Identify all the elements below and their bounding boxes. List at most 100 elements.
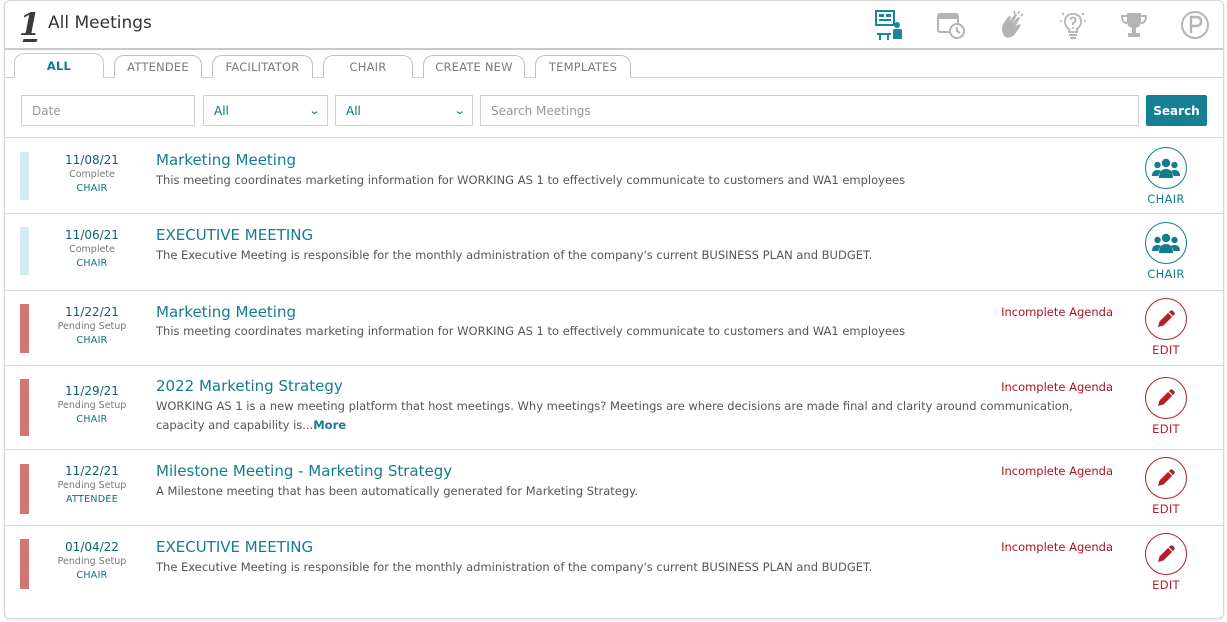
tab-create-new[interactable]: CREATE NEW bbox=[423, 55, 525, 78]
meeting-title[interactable]: Marketing Meeting bbox=[156, 151, 296, 170]
chevron-down-icon: ⌄ bbox=[308, 104, 321, 117]
meeting-date: 11/08/21 bbox=[65, 153, 119, 167]
role-select-value: All bbox=[346, 103, 361, 118]
meeting-description: WORKING AS 1 is a new meeting platform t… bbox=[156, 397, 1106, 435]
meeting-list: 11/08/21 Complete CHAIR Marketing Meetin… bbox=[5, 138, 1223, 602]
meeting-meta: 11/29/21 Pending Setup CHAIR bbox=[45, 383, 139, 427]
meeting-meta: 11/22/21 Pending Setup ATTENDEE bbox=[45, 463, 139, 507]
chevron-down-icon: ⌄ bbox=[453, 104, 466, 117]
app-frame: 1 All Meetings ALL ATTENDEE FACILITATOR … bbox=[4, 0, 1224, 619]
trophy-icon[interactable] bbox=[1116, 7, 1152, 43]
action-label: EDIT bbox=[1152, 422, 1180, 436]
meeting-status: Pending Setup bbox=[57, 480, 127, 491]
meeting-status: Complete bbox=[69, 244, 115, 255]
app-logo[interactable]: 1 bbox=[19, 8, 41, 42]
edit-action-button[interactable]: EDIT bbox=[1144, 377, 1188, 436]
more-link[interactable]: More bbox=[313, 418, 346, 432]
meeting-status: Complete bbox=[69, 169, 115, 180]
tab-templates[interactable]: TEMPLATES bbox=[535, 55, 631, 78]
meeting-role: CHAIR bbox=[76, 414, 108, 425]
edit-action-button[interactable]: EDIT bbox=[1144, 533, 1188, 592]
meeting-row[interactable]: 11/29/21 Pending Setup CHAIR 2022 Market… bbox=[5, 366, 1223, 450]
tab-bar: ALL ATTENDEE FACILITATOR CHAIR CREATE NE… bbox=[14, 53, 641, 78]
meeting-row[interactable]: 01/04/22 Pending Setup CHAIR EXECUTIVE M… bbox=[5, 526, 1223, 602]
meeting-description-text: WORKING AS 1 is a new meeting platform t… bbox=[156, 399, 1073, 432]
action-label: EDIT bbox=[1152, 578, 1180, 592]
status-bar bbox=[20, 152, 29, 200]
edit-action-button[interactable]: EDIT bbox=[1144, 457, 1188, 516]
meeting-role: CHAIR bbox=[76, 335, 108, 346]
search-button[interactable]: Search bbox=[1146, 95, 1207, 126]
pencil-icon bbox=[1145, 533, 1187, 575]
meeting-role: CHAIR bbox=[76, 258, 108, 269]
incomplete-agenda-warning: Incomplete Agenda bbox=[1001, 380, 1113, 394]
meeting-title[interactable]: Milestone Meeting - Marketing Strategy bbox=[156, 462, 452, 481]
pencil-icon bbox=[1145, 377, 1187, 419]
status-bar bbox=[20, 304, 29, 353]
meeting-description: A Milestone meeting that has been automa… bbox=[156, 484, 638, 498]
tab-facilitator[interactable]: FACILITATOR bbox=[212, 55, 313, 78]
status-bar bbox=[20, 379, 29, 436]
meeting-title[interactable]: Marketing Meeting bbox=[156, 303, 296, 322]
meeting-role: CHAIR bbox=[76, 183, 108, 194]
meeting-role: ATTENDEE bbox=[65, 494, 119, 505]
meeting-row[interactable]: 11/22/21 Pending Setup ATTENDEE Mileston… bbox=[5, 450, 1223, 526]
calendar-clock-icon[interactable] bbox=[933, 7, 969, 43]
meeting-row[interactable]: 11/22/21 Pending Setup CHAIR Marketing M… bbox=[5, 291, 1223, 366]
chair-action-button[interactable]: CHAIR bbox=[1144, 147, 1188, 206]
meeting-role: CHAIR bbox=[76, 570, 108, 581]
action-label: EDIT bbox=[1152, 502, 1180, 516]
meeting-date: 01/04/22 bbox=[65, 540, 119, 554]
meeting-meta: 01/04/22 Pending Setup CHAIR bbox=[45, 539, 139, 583]
page-title: All Meetings bbox=[48, 13, 152, 33]
group-icon bbox=[1145, 222, 1187, 264]
clapping-hands-icon[interactable] bbox=[994, 7, 1030, 43]
filter-bar: Date All ⌄ All ⌄ Search Meetings Search bbox=[5, 95, 1223, 126]
meeting-description: This meeting coordinates marketing infor… bbox=[156, 173, 906, 187]
header-toolbar bbox=[847, 7, 1213, 43]
tab-all[interactable]: ALL bbox=[14, 53, 104, 78]
tab-chair[interactable]: CHAIR bbox=[323, 55, 413, 78]
tab-attendee[interactable]: ATTENDEE bbox=[114, 55, 202, 78]
meeting-status: Pending Setup bbox=[57, 321, 127, 332]
meeting-row[interactable]: 11/06/21 Complete CHAIR EXECUTIVE MEETIN… bbox=[5, 214, 1223, 291]
status-bar bbox=[20, 227, 29, 275]
presentation-icon[interactable] bbox=[872, 7, 908, 43]
meeting-meta: 11/22/21 Pending Setup CHAIR bbox=[45, 304, 139, 348]
pencil-icon bbox=[1145, 298, 1187, 340]
meeting-title[interactable]: 2022 Marketing Strategy bbox=[156, 377, 343, 396]
header: 1 All Meetings bbox=[5, 1, 1223, 50]
role-select[interactable]: All ⌄ bbox=[335, 95, 473, 126]
meeting-date: 11/22/21 bbox=[65, 305, 119, 319]
meeting-description: The Executive Meeting is responsible for… bbox=[156, 248, 873, 262]
meeting-row[interactable]: 11/08/21 Complete CHAIR Marketing Meetin… bbox=[5, 138, 1223, 214]
meeting-meta: 11/08/21 Complete CHAIR bbox=[45, 152, 139, 196]
status-select[interactable]: All ⌄ bbox=[203, 95, 328, 126]
meeting-date: 11/06/21 bbox=[65, 228, 119, 242]
action-label: CHAIR bbox=[1147, 192, 1185, 206]
parking-icon[interactable] bbox=[1177, 7, 1213, 43]
incomplete-agenda-warning: Incomplete Agenda bbox=[1001, 464, 1113, 478]
status-select-value: All bbox=[214, 103, 229, 118]
pencil-icon bbox=[1145, 457, 1187, 499]
meeting-title[interactable]: EXECUTIVE MEETING bbox=[156, 538, 313, 557]
date-input[interactable]: Date bbox=[21, 95, 195, 126]
meeting-description: The Executive Meeting is responsible for… bbox=[156, 560, 873, 574]
group-icon bbox=[1145, 147, 1187, 189]
meeting-description: This meeting coordinates marketing infor… bbox=[156, 324, 906, 338]
incomplete-agenda-warning: Incomplete Agenda bbox=[1001, 540, 1113, 554]
action-label: CHAIR bbox=[1147, 267, 1185, 281]
action-label: EDIT bbox=[1152, 343, 1180, 357]
meeting-date: 11/22/21 bbox=[65, 464, 119, 478]
meeting-status: Pending Setup bbox=[57, 556, 127, 567]
meeting-title[interactable]: EXECUTIVE MEETING bbox=[156, 226, 313, 245]
meeting-meta: 11/06/21 Complete CHAIR bbox=[45, 227, 139, 271]
edit-action-button[interactable]: EDIT bbox=[1144, 298, 1188, 357]
incomplete-agenda-warning: Incomplete Agenda bbox=[1001, 305, 1113, 319]
meeting-status: Pending Setup bbox=[57, 400, 127, 411]
search-input[interactable]: Search Meetings bbox=[480, 95, 1139, 126]
status-bar bbox=[20, 464, 29, 514]
lightbulb-question-icon[interactable] bbox=[1055, 7, 1091, 43]
meeting-date: 11/29/21 bbox=[65, 384, 119, 398]
chair-action-button[interactable]: CHAIR bbox=[1144, 222, 1188, 281]
